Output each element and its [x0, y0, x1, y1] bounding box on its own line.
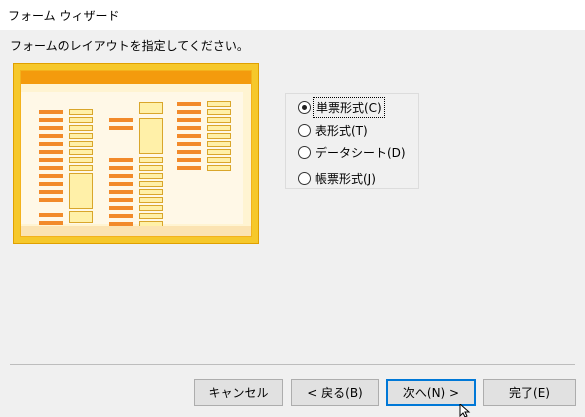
mouse-cursor-icon — [459, 404, 471, 417]
radio-label-tabular: 表形式(T) — [315, 123, 368, 138]
radio-unselected-icon — [298, 171, 311, 185]
radio-justified[interactable]: 帳票形式(J) — [298, 169, 378, 187]
radio-label-justified: 帳票形式(J) — [315, 171, 376, 186]
radio-tabular[interactable]: 表形式(T) — [298, 121, 370, 139]
next-button[interactable]: 次へ(N) > — [386, 379, 476, 406]
cancel-button[interactable]: キャンセル — [194, 379, 283, 406]
radio-unselected-icon — [298, 145, 311, 159]
window-title: フォーム ウィザード — [8, 8, 120, 23]
finish-button[interactable]: 完了(E) — [483, 379, 576, 406]
back-button[interactable]: < 戻る(B) — [291, 379, 379, 406]
radio-columnar[interactable]: 単票形式(C) — [298, 96, 385, 118]
radio-datasheet[interactable]: データシート(D) — [298, 143, 408, 161]
layout-option-group: 単票形式(C) 表形式(T) データシート(D) 帳票形式(J) — [285, 93, 419, 189]
instruction-text: フォームのレイアウトを指定してください。 — [10, 39, 249, 53]
title-bar: フォーム ウィザード — [0, 0, 585, 30]
radio-label-columnar: 単票形式(C) — [313, 96, 385, 118]
radio-label-datasheet: データシート(D) — [315, 145, 406, 160]
preview-footer — [21, 226, 251, 236]
preview-form — [20, 70, 252, 237]
separator-line — [10, 364, 575, 365]
preview-header — [21, 71, 251, 84]
radio-selected-icon — [298, 100, 311, 114]
radio-unselected-icon — [298, 123, 311, 137]
preview-body — [21, 92, 243, 227]
layout-preview-image — [13, 63, 259, 244]
